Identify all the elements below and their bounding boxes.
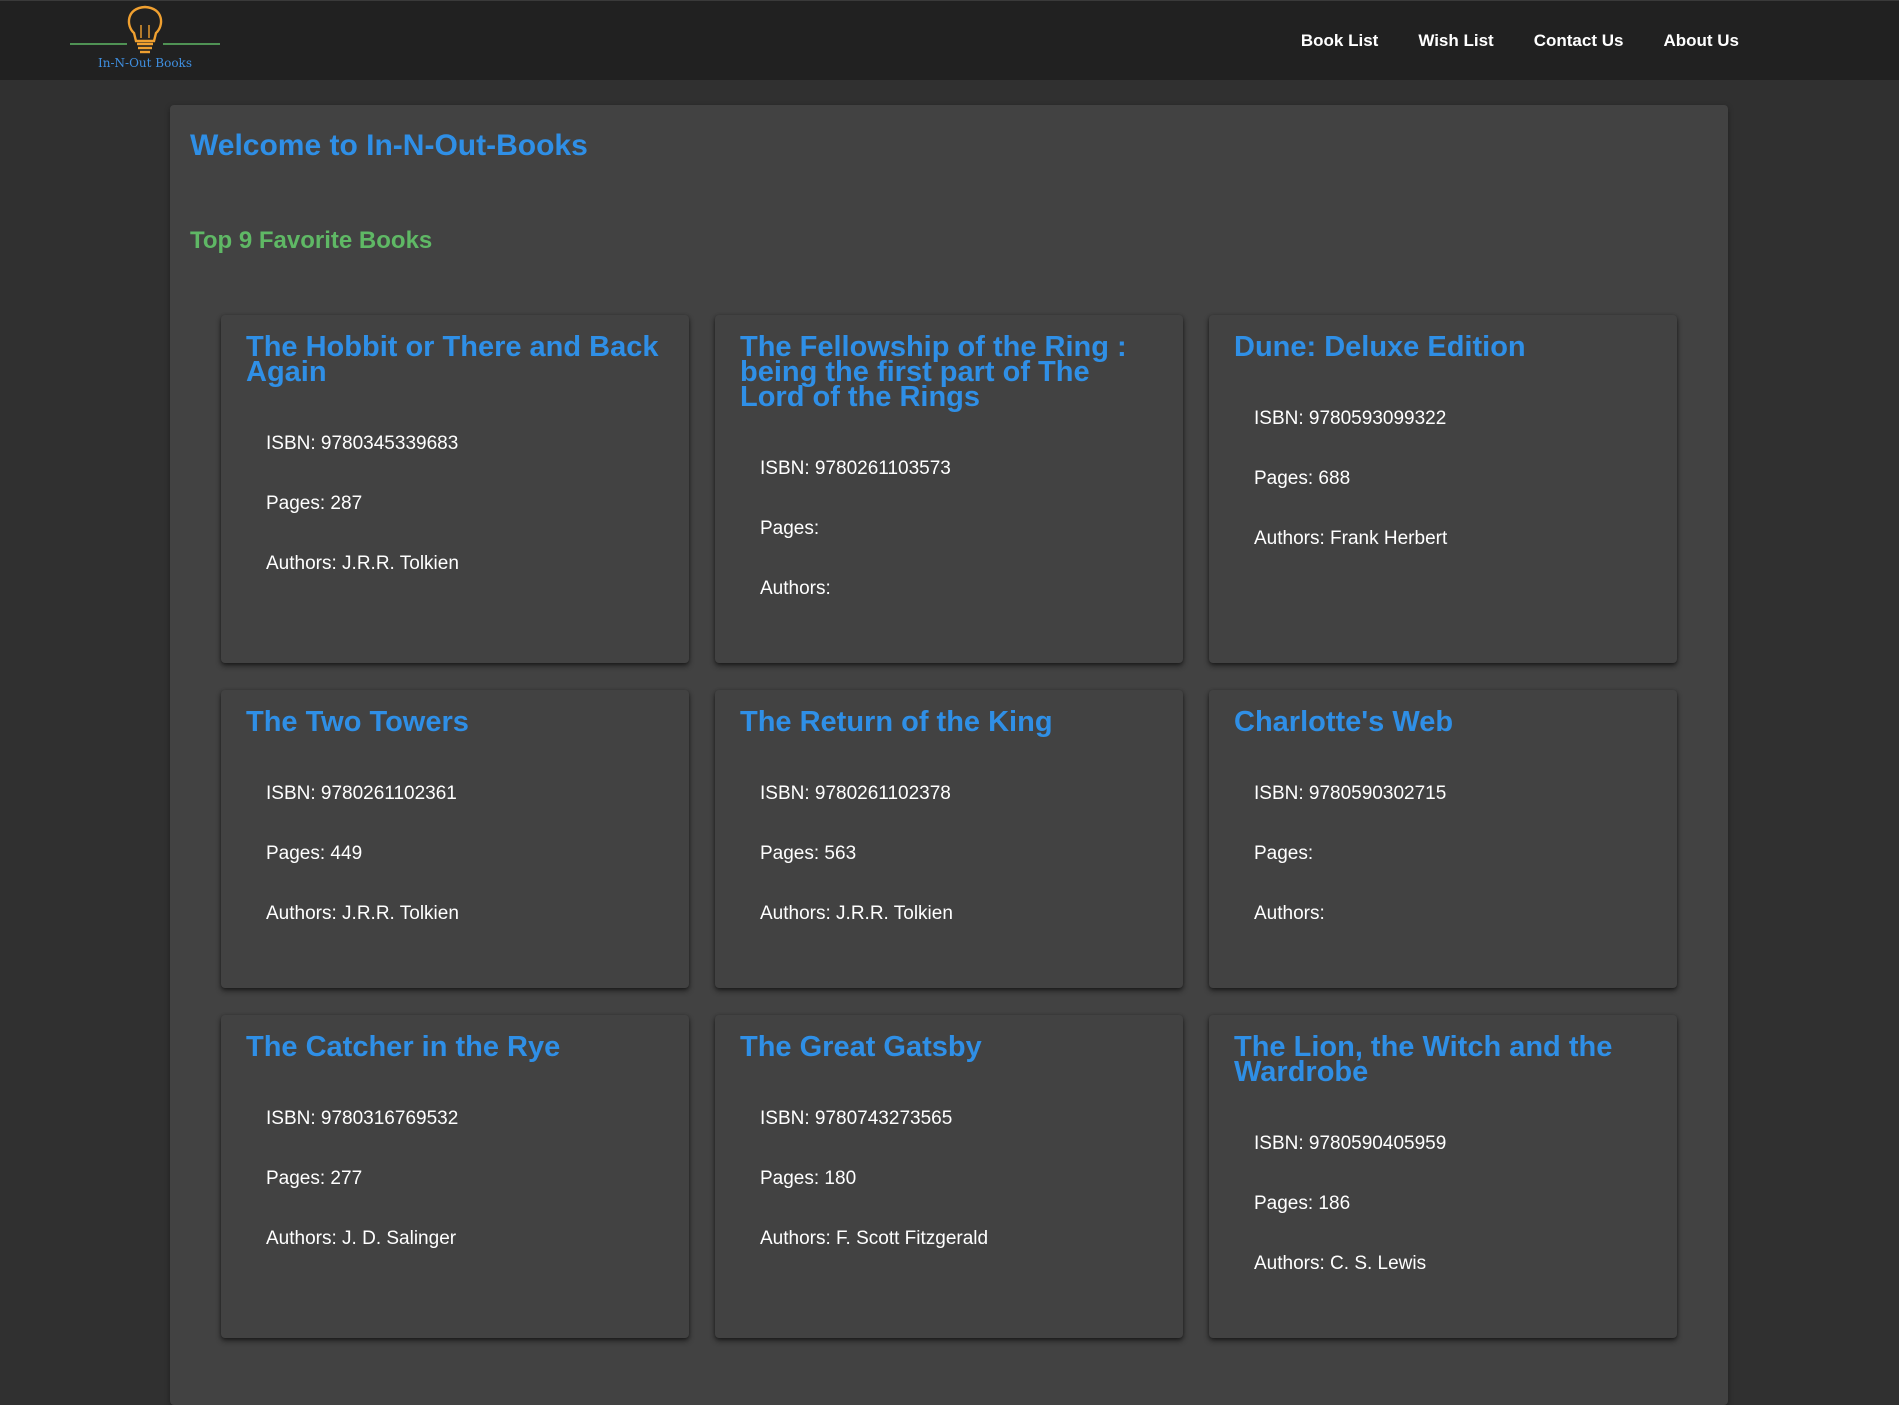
book-details: ISBN: 9780590302715 Pages: Authors: bbox=[1234, 781, 1652, 961]
book-pages: Pages: bbox=[1254, 843, 1314, 864]
book-card: The Great Gatsby ISBN: 9780743273565 Pag… bbox=[715, 1015, 1183, 1338]
book-details: ISBN: 9780261102378 Pages: 563 Authors: … bbox=[740, 781, 1158, 961]
nav-link-contact-us[interactable]: Contact Us bbox=[1534, 31, 1624, 51]
main-content-panel: Welcome to In-N-Out-Books Top 9 Favorite… bbox=[170, 105, 1728, 1405]
book-card: The Lion, the Witch and the Wardrobe ISB… bbox=[1209, 1015, 1677, 1338]
book-isbn: ISBN: 9780743273565 bbox=[760, 1108, 953, 1129]
nav-link-book-list[interactable]: Book List bbox=[1301, 31, 1378, 51]
book-isbn: ISBN: 9780590405959 bbox=[1254, 1133, 1447, 1154]
book-pages: Pages: bbox=[760, 518, 820, 539]
page-title: Welcome to In-N-Out-Books bbox=[190, 129, 588, 162]
book-title: The Hobbit or There and Back Again bbox=[246, 331, 659, 388]
book-authors: Authors: bbox=[760, 578, 831, 599]
book-details: ISBN: 9780316769532 Pages: 277 Authors: … bbox=[246, 1106, 664, 1286]
book-pages: Pages: 449 bbox=[266, 843, 363, 864]
book-title: The Return of the King bbox=[740, 706, 1053, 738]
logo[interactable]: In-N-Out Books bbox=[68, 5, 222, 73]
lightbulb-icon bbox=[70, 5, 220, 54]
book-card: The Fellowship of the Ring : being the f… bbox=[715, 315, 1183, 663]
book-card: The Return of the King ISBN: 97802611023… bbox=[715, 690, 1183, 988]
nav-link-about-us[interactable]: About Us bbox=[1663, 31, 1739, 51]
book-card: The Catcher in the Rye ISBN: 97803167695… bbox=[221, 1015, 689, 1338]
book-title: The Fellowship of the Ring : being the f… bbox=[740, 331, 1127, 413]
book-authors: Authors: J.R.R. Tolkien bbox=[266, 903, 459, 924]
book-title: The Catcher in the Rye bbox=[246, 1031, 561, 1063]
book-authors: Authors: F. Scott Fitzgerald bbox=[760, 1228, 989, 1249]
book-details: ISBN: 9780590405959 Pages: 186 Authors: … bbox=[1234, 1131, 1652, 1311]
book-card: Dune: Deluxe Edition ISBN: 9780593099322… bbox=[1209, 315, 1677, 663]
nav-link-wish-list[interactable]: Wish List bbox=[1418, 31, 1493, 51]
book-title: The Two Towers bbox=[246, 706, 469, 738]
book-isbn: ISBN: 9780590302715 bbox=[1254, 783, 1447, 804]
book-pages: Pages: 688 bbox=[1254, 468, 1351, 489]
book-pages: Pages: 287 bbox=[266, 493, 363, 514]
top-navbar: In-N-Out Books Book List Wish List Conta… bbox=[0, 0, 1899, 80]
book-authors: Authors: bbox=[1254, 903, 1325, 924]
main-nav: Book List Wish List Contact Us About Us bbox=[1301, 1, 1739, 81]
book-isbn: ISBN: 9780316769532 bbox=[266, 1108, 459, 1129]
book-isbn: ISBN: 9780261102361 bbox=[266, 783, 457, 804]
book-details: ISBN: 9780261103573 Pages: Authors: bbox=[740, 456, 1158, 636]
book-authors: Authors: C. S. Lewis bbox=[1254, 1253, 1427, 1274]
book-card: The Two Towers ISBN: 9780261102361 Pages… bbox=[221, 690, 689, 988]
book-pages: Pages: 563 bbox=[760, 843, 857, 864]
book-isbn: ISBN: 9780261103573 bbox=[760, 458, 951, 479]
book-details: ISBN: 9780593099322 Pages: 688 Authors: … bbox=[1234, 406, 1652, 586]
book-card: Charlotte's Web ISBN: 9780590302715 Page… bbox=[1209, 690, 1677, 988]
book-authors: Authors: J.R.R. Tolkien bbox=[266, 553, 459, 574]
book-details: ISBN: 9780345339683 Pages: 287 Authors: … bbox=[246, 431, 664, 611]
book-card: The Hobbit or There and Back Again ISBN:… bbox=[221, 315, 689, 663]
section-subtitle: Top 9 Favorite Books bbox=[190, 227, 433, 254]
book-isbn: ISBN: 9780261102378 bbox=[760, 783, 951, 804]
book-title: The Great Gatsby bbox=[740, 1031, 982, 1063]
book-details: ISBN: 9780743273565 Pages: 180 Authors: … bbox=[740, 1106, 1158, 1286]
book-title: Charlotte's Web bbox=[1234, 706, 1454, 738]
book-title: The Lion, the Witch and the Wardrobe bbox=[1234, 1031, 1613, 1088]
book-pages: Pages: 277 bbox=[266, 1168, 363, 1189]
book-title: Dune: Deluxe Edition bbox=[1234, 331, 1526, 363]
book-details: ISBN: 9780261102361 Pages: 449 Authors: … bbox=[246, 781, 664, 961]
book-authors: Authors: J. D. Salinger bbox=[266, 1228, 457, 1249]
book-authors: Authors: Frank Herbert bbox=[1254, 528, 1448, 549]
logo-text: In-N-Out Books bbox=[98, 56, 192, 70]
book-isbn: ISBN: 9780593099322 bbox=[1254, 408, 1447, 429]
book-pages: Pages: 180 bbox=[760, 1168, 857, 1189]
book-pages: Pages: 186 bbox=[1254, 1193, 1351, 1214]
book-isbn: ISBN: 9780345339683 bbox=[266, 433, 459, 454]
book-authors: Authors: J.R.R. Tolkien bbox=[760, 903, 953, 924]
